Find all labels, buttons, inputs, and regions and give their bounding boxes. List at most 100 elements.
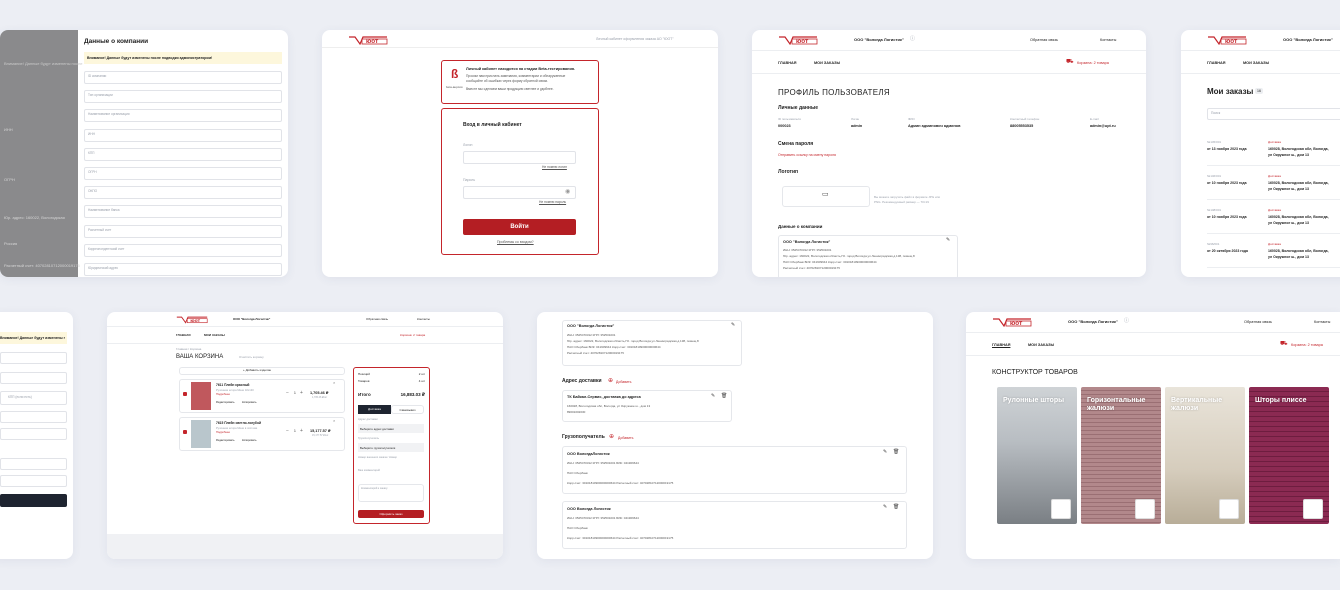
delivery-add-link[interactable]: Добавить — [616, 380, 631, 384]
item-copy-link[interactable]: Копировать — [242, 439, 256, 442]
consignee-select[interactable]: Выберите грузополучателя — [358, 443, 424, 452]
nav-orders[interactable]: МОИ ЗАКАЗЫ — [1243, 61, 1269, 65]
company-form-title: Данные о компании — [84, 38, 149, 45]
order-number[interactable]: №96/001 — [1207, 242, 1219, 246]
form-input[interactable] — [0, 372, 67, 384]
item-copy-link[interactable]: Копировать — [242, 401, 256, 404]
consignee-name: ООО Вологда Логистик — [567, 507, 611, 511]
yuot-logo[interactable]: ЮОТ — [176, 315, 208, 326]
plus-icon[interactable]: + — [300, 390, 303, 397]
nav-main[interactable]: ГЛАВНАЯ — [778, 61, 796, 65]
login-input[interactable] — [463, 151, 576, 164]
header-cart[interactable]: Корзина: 2 товара — [1291, 343, 1323, 347]
summary-value: 4 шт — [418, 379, 425, 383]
item-name[interactable]: 7611 Плейн красный — [216, 383, 249, 388]
tab-delivery[interactable]: Доставка — [358, 405, 391, 414]
nav-main[interactable]: ГЛАВНАЯ — [992, 343, 1010, 347]
company-form-input[interactable] — [84, 224, 282, 238]
item-edit-link[interactable]: Редактировать — [216, 439, 235, 442]
header-company[interactable]: ООО "Вологда Логистик" — [1283, 37, 1333, 43]
delete-icon[interactable]: × — [333, 418, 335, 424]
personal-field-value: admin — [851, 124, 863, 128]
header-cart[interactable]: Корзина: 2 товара — [1077, 61, 1109, 65]
item-edit-link[interactable]: Редактировать — [216, 401, 235, 404]
header-contacts[interactable]: Контакты — [417, 317, 430, 321]
form-input[interactable] — [0, 352, 67, 364]
company-form-card: Внимание! Данные будут изменены после ИН… — [0, 30, 288, 277]
yuot-logo[interactable]: ЮОТ — [1207, 35, 1247, 46]
consignee-add-icon[interactable]: ⊕ — [609, 434, 614, 441]
cart-icon[interactable]: ⛟ — [1066, 59, 1074, 66]
edit-icon[interactable]: ✎ — [946, 237, 950, 244]
tab-pickup[interactable]: Самовывоз — [391, 405, 424, 414]
company-form-input[interactable] — [84, 90, 282, 104]
overlay-text-3: ОГРН — [4, 177, 15, 182]
order-number[interactable]: №148/001 — [1207, 208, 1221, 212]
header-contacts[interactable]: Контакты — [1314, 320, 1330, 324]
header-company[interactable]: ООО "Вологда Логистик" — [854, 37, 904, 43]
company-form-input[interactable] — [84, 167, 282, 180]
company-form-input[interactable] — [84, 128, 282, 142]
minus-icon[interactable]: − — [286, 428, 289, 435]
form-input[interactable] — [0, 458, 67, 470]
external-number-input[interactable]: Номер внешнего заказа / Номер — [358, 456, 397, 460]
nav-main[interactable]: ГЛАВНАЯ — [1207, 61, 1225, 65]
orders-search-input[interactable] — [1207, 108, 1340, 120]
nav-orders[interactable]: МОИ ЗАКАЗЫ — [1028, 343, 1054, 347]
login-submit-button[interactable]: Войти — [463, 219, 576, 235]
header-feedback[interactable]: Обратная связь — [366, 317, 388, 321]
item-details-link[interactable]: Подробнее — [216, 431, 230, 434]
item-name[interactable]: 7615 Плейн светло-голубой — [216, 421, 261, 426]
forgot-login-link[interactable]: Не помню логин — [542, 165, 567, 170]
header-company[interactable]: ООО "Вологда Логистик" — [1068, 319, 1118, 325]
plus-icon[interactable]: + — [300, 428, 303, 435]
header-feedback[interactable]: Обратная связь — [1244, 320, 1272, 324]
total-label: Итого — [358, 392, 371, 397]
header-cart[interactable]: Корзина: 2 товара — [400, 333, 425, 337]
yuot-logo[interactable]: ЮОТ — [778, 35, 818, 46]
nav-main[interactable]: ГЛАВНАЯ — [176, 333, 191, 337]
order-number[interactable]: №146/001 — [1207, 174, 1221, 178]
delete-icon[interactable]: 🗑 — [893, 504, 899, 511]
delete-icon[interactable]: 🗑 — [721, 393, 727, 400]
send-reset-link[interactable]: Отправить ссылку на смену пароля — [778, 153, 836, 157]
header-contacts[interactable]: Контакты — [1100, 38, 1116, 42]
form-input[interactable] — [0, 411, 67, 423]
checkout-button[interactable]: Оформить заказ — [358, 510, 424, 518]
login-problem-link[interactable]: Проблемы со входом? — [497, 240, 534, 244]
company-form-input[interactable] — [84, 71, 282, 84]
svg-text:ЮОТ: ЮОТ — [366, 39, 379, 45]
order-number[interactable]: №145/001 — [1207, 140, 1221, 144]
order-status: Доставка — [1268, 174, 1281, 178]
item-checkbox[interactable] — [183, 430, 187, 434]
password-input[interactable] — [463, 186, 576, 199]
form-input[interactable] — [0, 428, 67, 440]
cart-icon[interactable]: ⛟ — [1280, 341, 1288, 348]
form-input[interactable] — [0, 475, 67, 487]
address-select[interactable]: Выберите адрес доставки — [358, 424, 424, 433]
minus-icon[interactable]: − — [286, 390, 289, 397]
item-details-link[interactable]: Подробнее — [216, 393, 230, 396]
clear-cart[interactable]: Очистить корзину — [239, 355, 264, 359]
breadcrumb[interactable]: Главная / Корзина — [176, 347, 201, 351]
company-form-input[interactable] — [84, 147, 282, 161]
company-form-input[interactable] — [84, 186, 282, 200]
order-date: от 20 октября 2023 года — [1207, 249, 1248, 253]
yuot-logo[interactable]: ЮОТ — [992, 317, 1032, 328]
nav-orders[interactable]: МОИ ЗАКАЗЫ — [814, 61, 840, 65]
delivery-add-icon[interactable]: ⊕ — [608, 378, 613, 385]
header-company[interactable]: ООО "Вологда Логистик" — [233, 317, 270, 321]
forgot-password-link[interactable]: Не помню пароль — [539, 200, 566, 205]
delete-icon[interactable]: × — [333, 380, 335, 386]
item-checkbox[interactable] — [183, 392, 187, 396]
edit-icon[interactable]: ✎ — [883, 449, 887, 456]
nav-orders[interactable]: МОИ ЗАКАЗЫ — [204, 333, 225, 337]
edit-icon[interactable]: ✎ — [883, 504, 887, 511]
form-submit-button[interactable] — [0, 494, 67, 507]
edit-icon[interactable]: ✎ — [711, 393, 715, 400]
consignee-add-link[interactable]: Добавить — [618, 436, 633, 440]
eye-icon[interactable]: ◉ — [565, 188, 570, 195]
header-feedback[interactable]: Обратная связь — [1030, 38, 1058, 42]
delete-icon[interactable]: 🗑 — [893, 449, 899, 456]
edit-icon[interactable]: ✎ — [731, 322, 735, 329]
